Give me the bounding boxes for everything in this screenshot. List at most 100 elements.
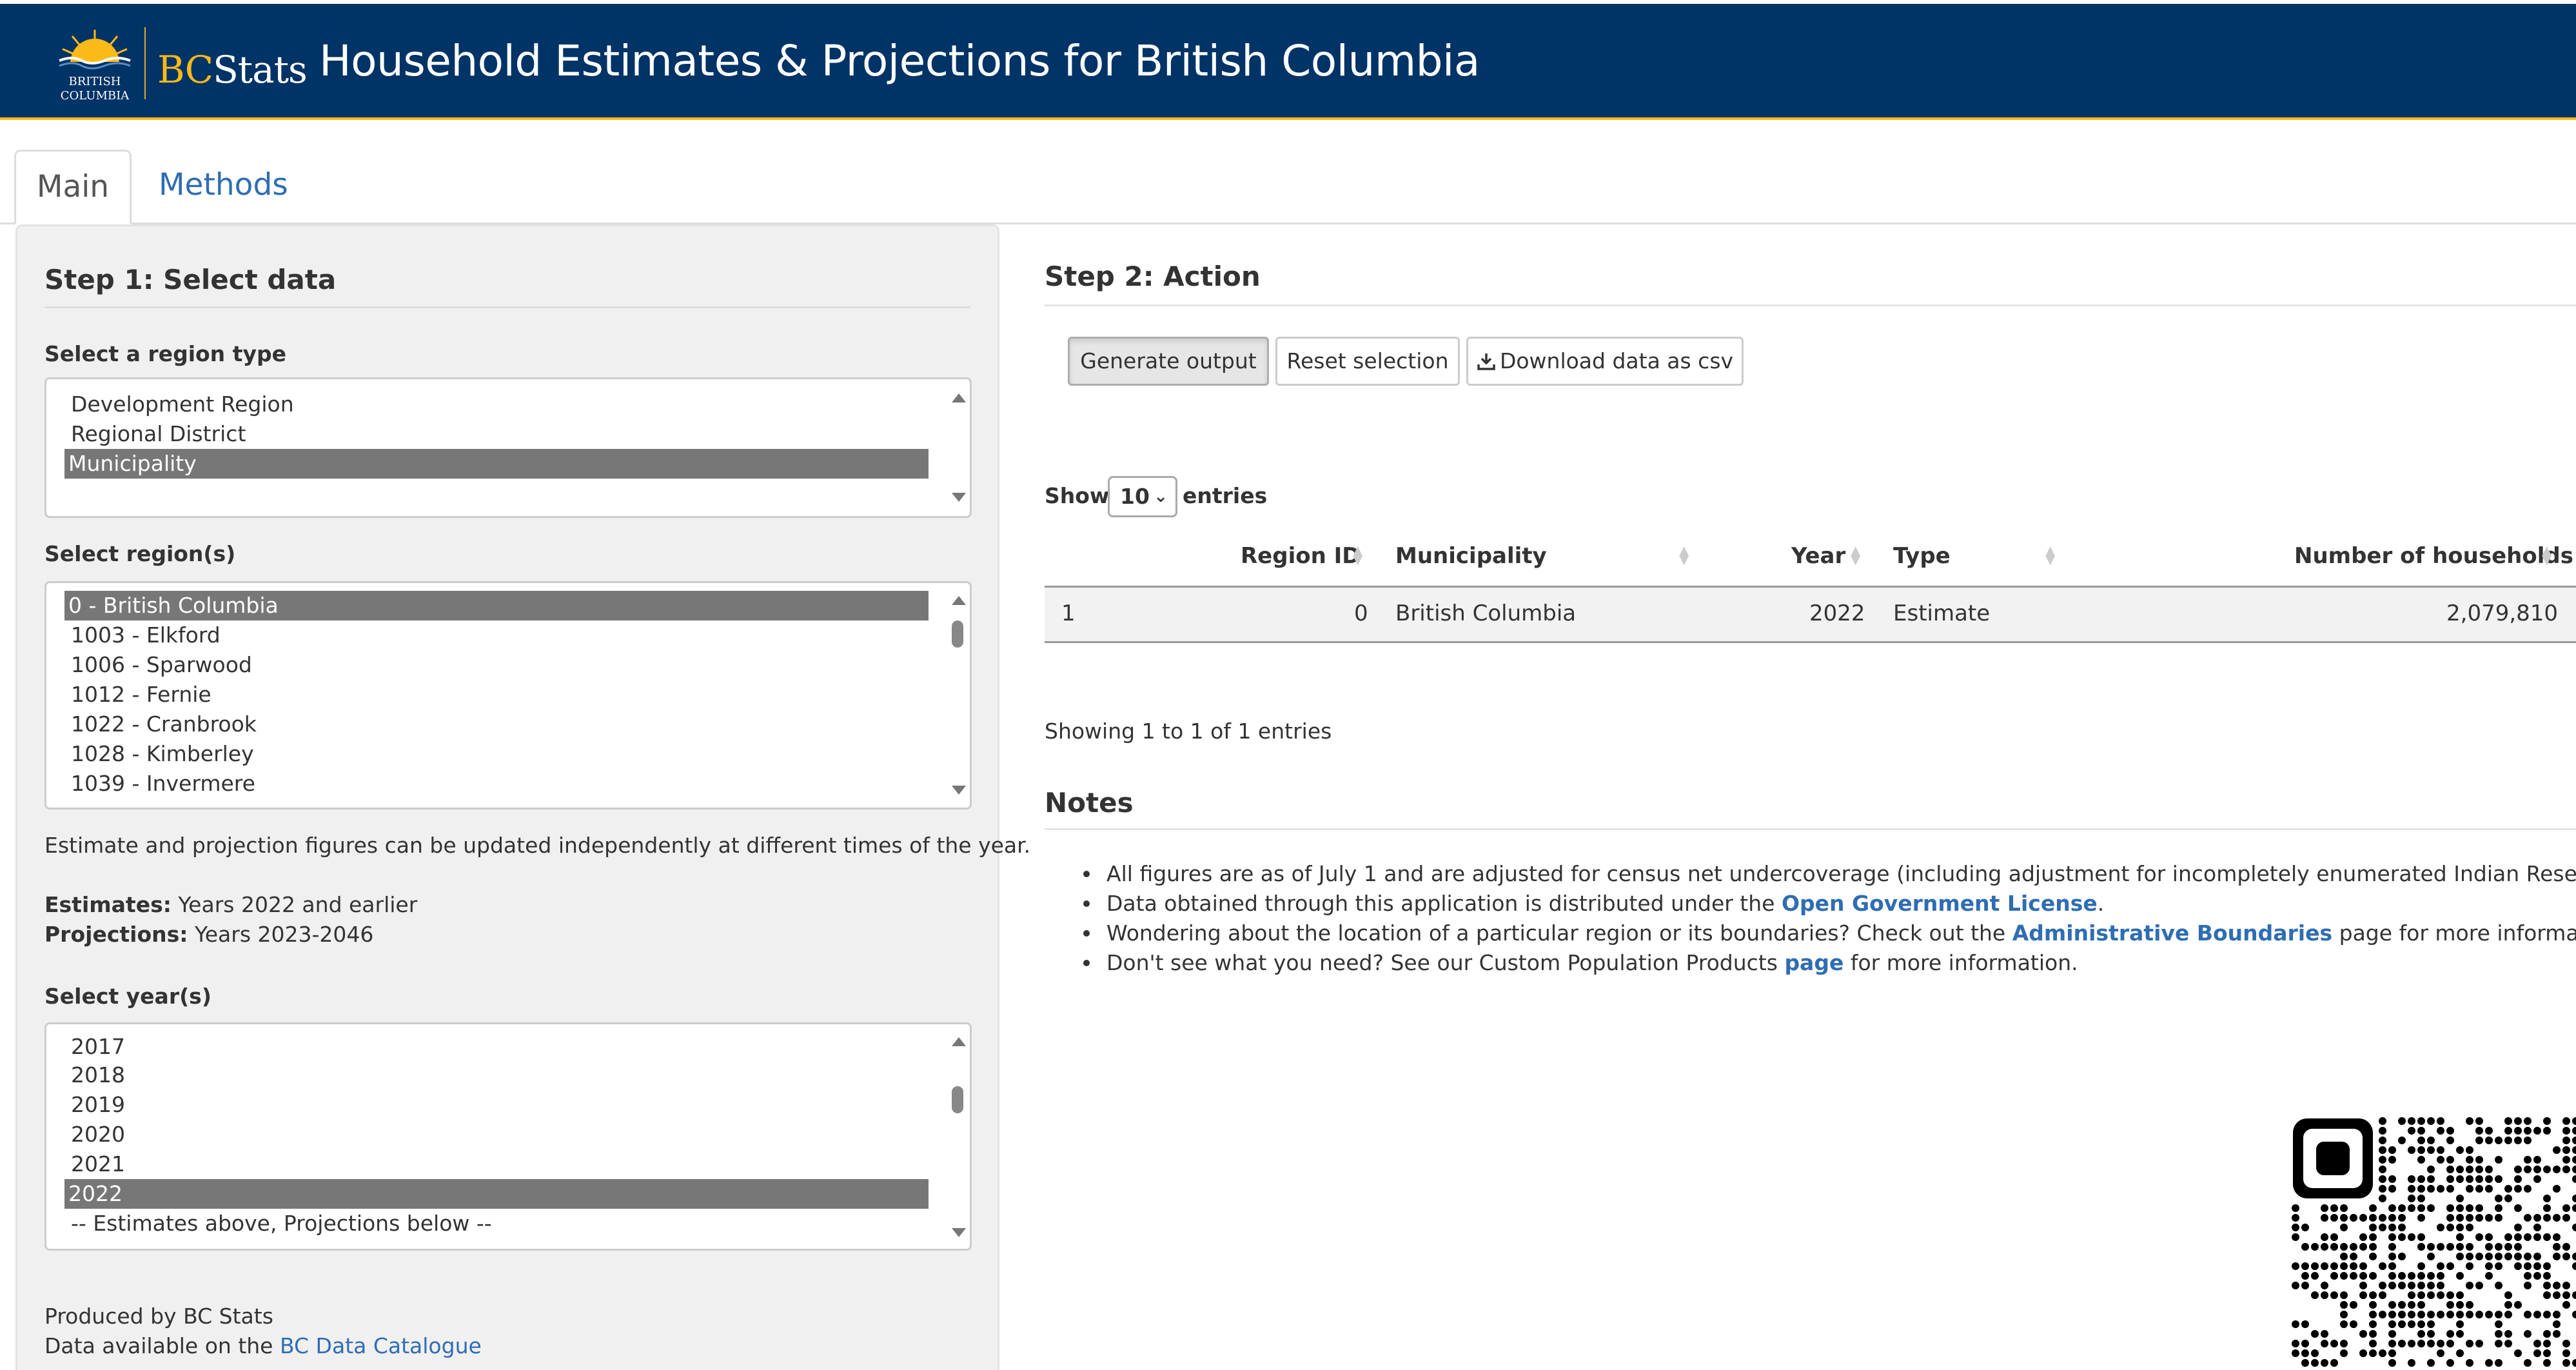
qr-dot <box>2495 1262 2502 1270</box>
qr-dot <box>2543 1214 2551 1222</box>
qr-dot <box>2446 1243 2454 1251</box>
note-text: All figures are as of July 1 and are adj… <box>1106 861 2576 886</box>
year-option-selected[interactable]: 2022 <box>64 1179 929 1209</box>
qr-dot <box>2292 1320 2299 1328</box>
qr-dot <box>2533 1166 2541 1173</box>
qr-dot <box>2369 1214 2377 1222</box>
qr-dot <box>2388 1311 2396 1318</box>
qr-dot <box>2446 1214 2454 1222</box>
year-option[interactable]: 2020 <box>67 1120 931 1149</box>
year-option[interactable]: 2018 <box>67 1060 931 1090</box>
qr-dot <box>2369 1272 2377 1280</box>
bc-data-catalogue-link[interactable]: BC Data Catalogue <box>280 1333 482 1358</box>
region-type-listbox[interactable]: Development Region Regional District Mun… <box>44 377 972 518</box>
qr-dot <box>2437 1156 2444 1164</box>
note-item: Wondering about the location of a partic… <box>1074 918 2576 948</box>
qr-dot <box>2321 1243 2328 1251</box>
custom-products-page-link[interactable]: page <box>1784 950 1844 975</box>
region-type-option[interactable]: Regional District <box>67 419 931 449</box>
qr-dot <box>2456 1146 2464 1154</box>
qr-dot <box>2408 1146 2415 1154</box>
scroll-down-arrow-icon[interactable] <box>952 786 966 795</box>
region-option[interactable]: 1006 - Sparwood <box>67 650 931 680</box>
scroll-down-arrow-icon[interactable] <box>952 1228 966 1237</box>
region-option[interactable]: 1003 - Elkford <box>67 620 931 650</box>
sort-icon[interactable]: ▲ ▼ <box>2045 544 2055 566</box>
sort-icon[interactable]: ▲ ▼ <box>2542 544 2551 566</box>
col-header-households[interactable]: Number of households <box>2294 543 2573 569</box>
years-listbox[interactable]: 2017 2018 2019 2020 2021 2022 -- Estimat… <box>44 1022 972 1251</box>
administrative-boundaries-link[interactable]: Administrative Boundaries <box>2012 920 2332 946</box>
qr-dot <box>2475 1156 2483 1164</box>
col-header-municipality[interactable]: Municipality <box>1395 543 1547 569</box>
generate-output-button[interactable]: Generate output <box>1068 337 1269 386</box>
data-available-prefix: Data available on the <box>44 1333 280 1358</box>
qr-dot <box>2379 1195 2386 1202</box>
qr-dot <box>2311 1243 2319 1251</box>
download-icon <box>1477 353 1495 370</box>
scroll-up-arrow-icon[interactable] <box>952 596 966 605</box>
table-info: Showing 1 to 1 of 1 entries <box>1045 719 1332 744</box>
notes-list: All figures are as of July 1 and are adj… <box>1074 859 2576 978</box>
region-option[interactable]: 1039 - Invermere <box>67 769 931 799</box>
qr-dot <box>2330 1214 2338 1222</box>
year-option[interactable]: 2017 <box>67 1032 931 1062</box>
divider <box>1045 304 2576 306</box>
qr-dot <box>2340 1349 2348 1357</box>
qr-dot <box>2427 1291 2435 1299</box>
region-option[interactable]: 1022 - Cranbrook <box>67 710 931 739</box>
tab-bar: Main Methods <box>0 123 2576 225</box>
qr-dot <box>2572 1253 2576 1260</box>
select-data-panel: Step 1: Select data Select a region type… <box>15 224 1030 1370</box>
qr-dot <box>2388 1272 2396 1280</box>
qr-dot <box>2388 1224 2396 1231</box>
qr-dot <box>2524 1185 2532 1193</box>
qr-dot <box>2533 1156 2541 1164</box>
region-option-selected[interactable]: 0 - British Columbia <box>64 591 929 620</box>
qr-dot <box>2379 1127 2386 1135</box>
col-header-year[interactable]: Year <box>1791 543 1845 569</box>
bc-stats-logo[interactable]: BRITISH COLUMBIA BCStats <box>46 23 308 103</box>
scroll-down-arrow-icon[interactable] <box>952 493 966 502</box>
reset-selection-button[interactable]: Reset selection <box>1275 337 1460 386</box>
qr-dot <box>2553 1233 2561 1241</box>
regions-listbox[interactable]: 0 - British Columbia 1003 - Elkford 1006… <box>44 581 972 809</box>
qr-dot <box>2321 1282 2328 1289</box>
qr-dot <box>2388 1282 2396 1289</box>
sort-icon[interactable]: ▲ ▼ <box>1353 544 1362 566</box>
region-option[interactable]: 1028 - Kimberley <box>67 739 931 769</box>
download-csv-button[interactable]: Download data as csv <box>1466 337 1744 386</box>
page-length-select[interactable]: 10 ⌄ <box>1108 476 1177 517</box>
year-option[interactable]: 2019 <box>67 1090 931 1120</box>
qr-dot <box>2379 1311 2386 1318</box>
tab-main[interactable]: Main <box>14 150 132 225</box>
col-header-region-id[interactable]: Region ID <box>1241 543 1361 569</box>
qr-dot <box>2437 1146 2444 1154</box>
tab-methods[interactable]: Methods <box>137 150 310 225</box>
scrollbar-thumb[interactable] <box>952 1086 963 1113</box>
year-option[interactable]: 2021 <box>67 1149 931 1179</box>
sort-icon[interactable]: ▲ ▼ <box>1679 544 1689 566</box>
table-bottom-border <box>1045 641 2576 643</box>
scrollbar-thumb[interactable] <box>952 620 963 648</box>
qr-dot <box>2379 1291 2386 1299</box>
sort-icon[interactable]: ▲ ▼ <box>1851 544 1860 566</box>
qr-dot <box>2475 1204 2483 1212</box>
region-type-option[interactable]: Development Region <box>67 390 931 419</box>
qr-dot <box>2475 1253 2483 1260</box>
qr-dot <box>2562 1166 2570 1173</box>
qr-dot <box>2379 1214 2386 1222</box>
year-separator-option[interactable]: -- Estimates above, Projections below -- <box>67 1209 931 1238</box>
col-header-type[interactable]: Type <box>1893 543 1951 569</box>
scroll-up-arrow-icon[interactable] <box>952 1037 966 1046</box>
region-option[interactable]: 1012 - Fernie <box>67 680 931 710</box>
qr-dot <box>2369 1301 2377 1309</box>
region-type-option-selected[interactable]: Municipality <box>64 449 929 479</box>
qr-dot <box>2572 1291 2576 1299</box>
qr-dot <box>2456 1311 2464 1318</box>
scroll-up-arrow-icon[interactable] <box>952 393 966 402</box>
qr-dot <box>2543 1359 2551 1367</box>
open-government-license-link[interactable]: Open Government License <box>1782 891 2098 916</box>
estimates-value: Years 2022 and earlier <box>171 892 418 917</box>
qr-dot <box>2388 1301 2396 1309</box>
